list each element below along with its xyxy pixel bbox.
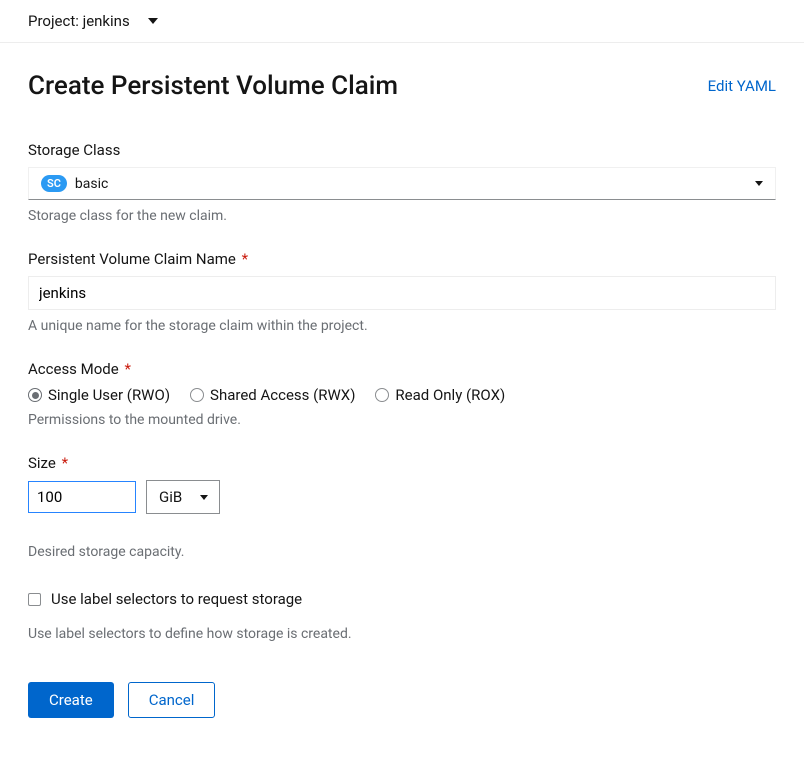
- cancel-button[interactable]: Cancel: [128, 682, 216, 718]
- storage-class-dropdown[interactable]: SC basic: [28, 167, 776, 200]
- caret-down-icon: [148, 18, 158, 24]
- checkbox-icon: [28, 593, 41, 606]
- pvc-name-help: A unique name for the storage claim with…: [28, 318, 776, 334]
- pvc-name-label: Persistent Volume Claim Name *: [28, 250, 776, 268]
- edit-yaml-link[interactable]: Edit YAML: [708, 77, 776, 95]
- pvc-name-input[interactable]: [28, 276, 776, 310]
- label-selectors-label: Use label selectors to request storage: [51, 590, 302, 608]
- radio-icon: [28, 388, 42, 402]
- storage-class-help: Storage class for the new claim.: [28, 208, 776, 224]
- size-label: Size *: [28, 454, 776, 472]
- label-selectors-checkbox[interactable]: Use label selectors to request storage: [28, 590, 776, 608]
- storage-class-label: Storage Class: [28, 141, 776, 159]
- label-selectors-help: Use label selectors to define how storag…: [28, 626, 776, 642]
- radio-icon: [375, 388, 389, 402]
- size-input[interactable]: [28, 481, 136, 513]
- access-mode-rwx[interactable]: Shared Access (RWX): [190, 386, 355, 404]
- access-mode-rox[interactable]: Read Only (ROX): [375, 386, 505, 404]
- project-label: Project: jenkins: [28, 12, 130, 30]
- storage-class-value: basic: [75, 176, 108, 192]
- create-button[interactable]: Create: [28, 682, 114, 718]
- access-mode-label: Access Mode *: [28, 360, 776, 378]
- access-mode-help: Permissions to the mounted drive.: [28, 412, 776, 428]
- size-help: Desired storage capacity.: [28, 544, 776, 560]
- size-unit-dropdown[interactable]: GiB: [146, 480, 220, 514]
- radio-icon: [190, 388, 204, 402]
- project-selector[interactable]: Project: jenkins: [0, 0, 804, 43]
- sc-badge-icon: SC: [41, 175, 67, 192]
- access-mode-rwo[interactable]: Single User (RWO): [28, 386, 170, 404]
- page-title: Create Persistent Volume Claim: [28, 71, 398, 101]
- caret-down-icon: [755, 181, 763, 186]
- caret-down-icon: [200, 495, 208, 500]
